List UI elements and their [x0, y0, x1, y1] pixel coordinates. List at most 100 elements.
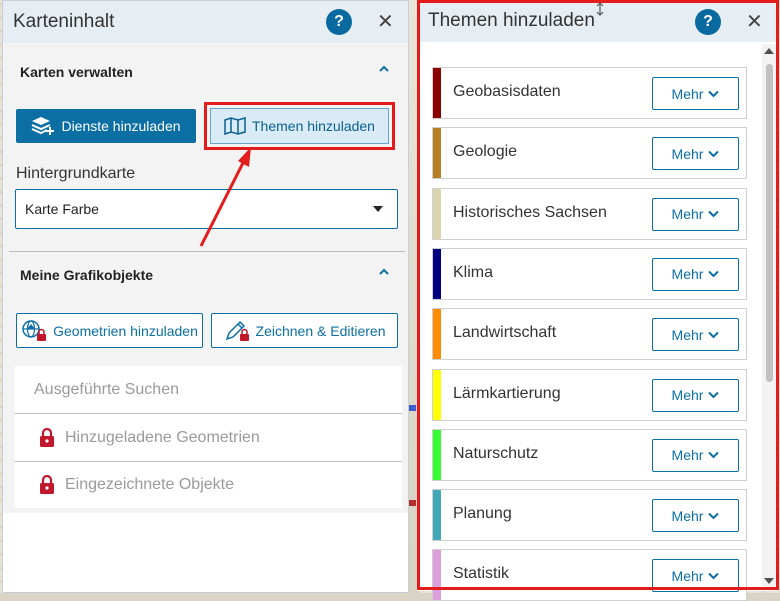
section-title: Karten verwalten [20, 64, 133, 80]
theme-label: Geobasisdaten [453, 83, 561, 100]
scroll-up-arrow[interactable] [764, 48, 774, 54]
panel-header[interactable]: Themen hinzuladen ? ✕ [417, 0, 778, 42]
annotation-arrow [199, 147, 251, 247]
list-item-label: Ausgeführte Suchen [34, 381, 179, 398]
scrollbar[interactable] [762, 44, 776, 590]
help-button[interactable]: ? [326, 9, 352, 35]
map-icon [224, 117, 246, 135]
mehr-button[interactable]: Mehr [652, 318, 739, 352]
caret-down-icon [373, 206, 383, 212]
chevron-down-icon [708, 512, 720, 520]
list-item-label: Hinzugeladene Geometrien [65, 429, 260, 446]
chevron-down-icon [708, 210, 720, 218]
button-label: Mehr [671, 387, 704, 403]
button-label: Mehr [671, 85, 704, 102]
dienste-hinzuladen-button[interactable]: Dienste hinzuladen [16, 109, 196, 143]
hintergrundkarte-label: Hintergrundkarte [16, 165, 136, 182]
theme-item[interactable]: Planung Mehr [432, 489, 747, 542]
list-item[interactable]: Hinzugeladene Geometrien [15, 414, 402, 462]
mehr-button[interactable]: Mehr [652, 197, 739, 231]
themen-hinzuladen-panel: Themen hinzuladen ? ✕ Geobasisdaten Mehr G… [417, 0, 778, 601]
scroll-thumb[interactable] [766, 64, 773, 382]
theme-label: Historisches Sachsen [453, 203, 607, 221]
theme-item[interactable]: Klima Mehr [432, 247, 747, 300]
section-karten-verwalten[interactable]: Karten verwalten [9, 46, 405, 98]
mehr-button[interactable]: Mehr [652, 257, 739, 291]
panel-header: Karteninhalt ? ✕ [3, 1, 408, 43]
button-label: Geometrien hinzuladen [53, 322, 198, 339]
grafikobjekte-list: Ausgeführte Suchen Hinzugeladene Geometr… [15, 366, 402, 508]
resize-handle-icon[interactable] [594, 2, 606, 16]
chevron-down-icon [708, 452, 720, 459]
geometrien-hinzuladen-button[interactable]: Geometrien hinzuladen [16, 313, 203, 348]
theme-color-bar [433, 128, 441, 179]
button-label: Dienste hinzuladen [61, 118, 181, 134]
button-label: Mehr [671, 326, 704, 343]
theme-color-bar [433, 490, 441, 541]
button-label: Mehr [671, 447, 704, 464]
theme-item[interactable]: Landwirtschaft Mehr [432, 308, 747, 361]
scroll-down-arrow[interactable] [764, 578, 774, 584]
theme-label: Naturschutz [453, 444, 539, 462]
lock-icon [40, 428, 54, 447]
list-item[interactable]: Ausgeführte Suchen [15, 366, 402, 414]
chevron-down-icon [708, 90, 720, 97]
help-button[interactable]: ? [695, 9, 721, 35]
button-label: Zeichnen & Editieren [255, 322, 386, 339]
mehr-button[interactable]: Mehr [652, 499, 739, 533]
layers-add-icon [32, 117, 55, 135]
theme-color-bar [433, 248, 441, 299]
theme-color-bar [433, 309, 441, 360]
button-label: Mehr [671, 145, 704, 162]
themen-hinzuladen-button[interactable]: Themen hinzuladen [210, 108, 389, 144]
mehr-button[interactable]: Mehr [652, 378, 739, 412]
chevron-down-icon [708, 271, 720, 278]
list-item[interactable]: Eingezeichnete Objekte [15, 461, 402, 509]
section-meine-grafikobjekte[interactable]: Meine Grafikobjekte [9, 249, 405, 301]
karteninhalt-panel: Karteninhalt ? ✕ Karten verwalten Dienst… [2, 0, 409, 593]
theme-color-bar [433, 429, 441, 480]
theme-item[interactable]: Geologie Mehr [432, 127, 747, 180]
theme-item[interactable]: Naturschutz Mehr [432, 428, 747, 481]
theme-item[interactable]: Geobasisdaten Mehr [432, 67, 747, 119]
theme-item[interactable]: Statistik Mehr [432, 549, 747, 601]
list-item-label: Eingezeichnete Objekte [65, 476, 234, 493]
theme-item[interactable]: Historisches Sachsen Mehr [432, 187, 747, 240]
globe-upload-lock-icon [22, 319, 47, 341]
close-button[interactable]: ✕ [746, 12, 763, 32]
map-feature [408, 405, 416, 411]
mehr-button[interactable]: Mehr [652, 438, 739, 472]
theme-label: Klima [453, 263, 494, 281]
theme-label: Landwirtschaft [453, 324, 557, 342]
chevron-down-icon [708, 391, 720, 399]
select-value: Karte Farbe [25, 201, 99, 217]
button-label: Mehr [671, 567, 704, 584]
zeichnen-editieren-button[interactable]: Zeichnen & Editieren [211, 313, 398, 348]
panel-title: Karteninhalt [13, 11, 115, 32]
mehr-button[interactable]: Mehr [652, 77, 739, 110]
button-label: Mehr [671, 266, 704, 283]
mehr-button[interactable]: Mehr [652, 137, 739, 171]
section-title: Meine Grafikobjekte [20, 267, 154, 283]
theme-label: Geologie [453, 143, 518, 161]
theme-label: Statistik [453, 565, 510, 583]
theme-color-bar [433, 68, 441, 118]
close-button[interactable]: ✕ [377, 12, 394, 32]
button-label: Mehr [671, 206, 704, 223]
theme-item[interactable]: Lärmkartierung Mehr [432, 368, 747, 421]
theme-label: Planung [453, 505, 512, 523]
chevron-up-icon [379, 65, 389, 72]
pencil-lock-icon [225, 320, 249, 341]
button-label: Mehr [671, 507, 704, 524]
chevron-down-icon [708, 572, 720, 580]
chevron-down-icon [708, 331, 720, 339]
chevron-down-icon [708, 150, 720, 158]
button-label: Themen hinzuladen [252, 118, 375, 134]
theme-color-bar [433, 188, 441, 239]
theme-color-bar [433, 369, 441, 420]
theme-label: Lärmkartierung [453, 384, 561, 402]
chevron-up-icon [379, 268, 389, 275]
lock-icon [40, 475, 54, 494]
panel-title: Themen hinzuladen [428, 10, 595, 31]
mehr-button[interactable]: Mehr [652, 559, 739, 593]
